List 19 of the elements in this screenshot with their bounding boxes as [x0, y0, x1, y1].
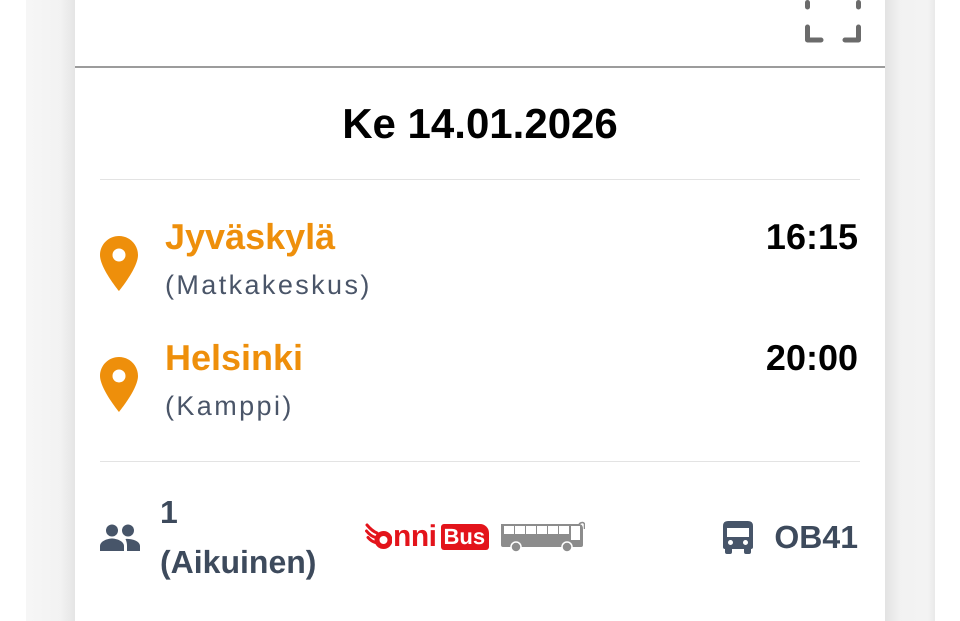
- people-icon: [100, 524, 140, 550]
- stop-time: 20:00: [766, 336, 859, 380]
- bus-icon: [723, 520, 754, 554]
- stop-time: 16:15: [766, 215, 859, 259]
- travel-date: Ke 14.01.2026: [342, 98, 618, 148]
- city-name: Helsinki: [165, 336, 304, 380]
- passenger-count: 1: [160, 493, 179, 532]
- location-pin-icon: [100, 236, 138, 290]
- station-name: (Matkakeskus): [165, 269, 373, 302]
- expand-icon[interactable]: [804, 0, 862, 43]
- station-name: (Kamppi): [165, 390, 295, 423]
- line-code: OB41: [774, 518, 858, 557]
- location-pin-icon: [100, 356, 138, 412]
- logo-badge: Bus: [440, 524, 490, 550]
- coach-icon: [499, 521, 586, 553]
- logo-wordmark: nni: [393, 522, 436, 552]
- wing-icon: [365, 522, 392, 552]
- city-name: Jyväskylä: [165, 215, 336, 259]
- passenger-type: (Aikuinen): [160, 543, 316, 582]
